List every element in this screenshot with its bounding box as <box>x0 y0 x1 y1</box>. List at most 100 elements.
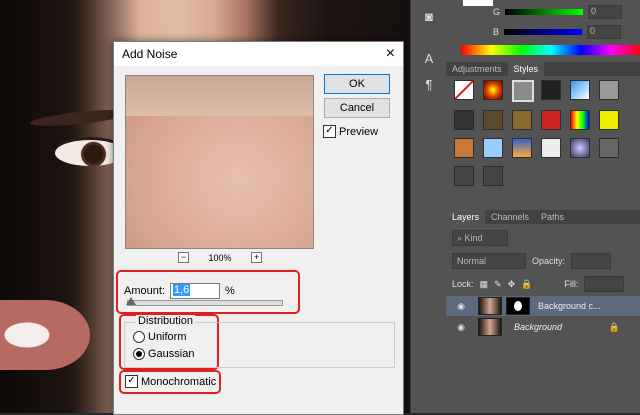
green-slider[interactable] <box>505 9 584 15</box>
style-swatch[interactable] <box>483 138 503 158</box>
lock-icon: 🔒 <box>608 321 620 332</box>
adjustments-styles-tabs: Adjustments Styles <box>446 62 640 76</box>
lock-all-icon[interactable]: 🔒 <box>521 279 532 290</box>
lock-move-icon[interactable]: ✥ <box>508 279 516 290</box>
lock-transparent-icon[interactable]: ▦ <box>480 279 489 290</box>
radio-icon <box>133 331 145 343</box>
checkmark-icon: ✓ <box>125 375 138 388</box>
blue-value[interactable]: 0 <box>587 25 622 39</box>
radio-selected-icon <box>133 348 145 360</box>
style-swatch[interactable] <box>454 110 474 130</box>
style-swatch[interactable] <box>541 138 561 158</box>
tab-layers[interactable]: Layers <box>446 210 486 224</box>
layer-thumbnail <box>478 318 502 336</box>
fill-input[interactable] <box>584 276 625 292</box>
amount-row: Amount: 1,6 % <box>124 283 235 299</box>
blue-row: B 0 <box>493 25 622 39</box>
checkmark-icon: ✓ <box>323 125 336 138</box>
gaussian-label: Gaussian <box>148 348 195 360</box>
paragraph-icon[interactable]: ¶ <box>419 76 439 94</box>
style-swatch[interactable] <box>570 110 590 130</box>
uniform-label: Uniform <box>148 331 187 343</box>
character-icon[interactable]: A <box>419 50 439 68</box>
zoom-out-button[interactable]: − <box>178 252 189 263</box>
kind-filter[interactable]: ⌕ Kind <box>452 230 508 246</box>
style-swatch[interactable] <box>541 110 561 130</box>
cancel-button[interactable]: Cancel <box>324 98 390 118</box>
layer-mask-thumbnail[interactable] <box>506 297 530 315</box>
style-swatch[interactable] <box>483 80 503 100</box>
blend-row: Normal Opacity: <box>452 253 612 269</box>
style-swatch[interactable] <box>483 166 503 186</box>
style-swatch[interactable] <box>570 138 590 158</box>
amount-label: Amount: <box>124 285 165 297</box>
noise-preview[interactable] <box>125 75 314 249</box>
style-swatch[interactable] <box>599 110 619 130</box>
layer-name: Background <box>514 322 563 332</box>
layer-row-background[interactable]: ◉ Background 🔒 <box>446 317 640 337</box>
layer-thumbnail <box>478 297 502 315</box>
tab-adjustments[interactable]: Adjustments <box>446 62 508 76</box>
slider-thumb[interactable] <box>126 297 136 305</box>
color-panel: G 0 B 0 <box>453 0 640 60</box>
style-swatch[interactable] <box>454 166 474 186</box>
foreground-swatch[interactable] <box>463 0 493 6</box>
fill-label: Fill: <box>564 279 579 289</box>
preview-lashes <box>126 76 313 116</box>
tab-paths[interactable]: Paths <box>535 210 570 224</box>
opacity-label: Opacity: <box>532 256 566 266</box>
lock-row: Lock: ▦ ✎ ✥ 🔒 Fill: <box>452 276 625 292</box>
amount-input[interactable]: 1,6 <box>169 283 220 299</box>
style-swatch[interactable] <box>454 138 474 158</box>
close-icon[interactable]: × <box>386 46 395 62</box>
photo-smile <box>0 300 90 370</box>
tab-channels[interactable]: Channels <box>485 210 535 224</box>
monochromatic-checkbox[interactable]: ✓ Monochromatic <box>125 375 216 388</box>
preview-label: Preview <box>339 125 379 138</box>
lock-paint-icon[interactable]: ✎ <box>494 279 502 290</box>
distribution-group <box>124 322 395 368</box>
style-swatch[interactable] <box>454 80 474 100</box>
style-swatch[interactable] <box>483 110 503 130</box>
amount-slider[interactable] <box>126 297 283 306</box>
dialog-titlebar[interactable]: Add Noise × <box>114 42 403 66</box>
tool-strip: ◙ A ¶ <box>410 0 447 413</box>
opacity-input[interactable] <box>571 253 612 269</box>
gaussian-radio[interactable]: Gaussian <box>133 348 194 360</box>
lock-label: Lock: <box>452 279 474 289</box>
eye-icon[interactable]: ◉ <box>454 322 468 333</box>
ok-button[interactable]: OK <box>324 74 390 94</box>
zoom-level: 100% <box>208 252 232 263</box>
style-swatch[interactable] <box>541 80 561 100</box>
style-swatch[interactable] <box>512 138 532 158</box>
preview-zoom-bar: − 100% + <box>178 252 262 263</box>
camera-icon[interactable]: ◙ <box>419 8 439 26</box>
layer-name: Background c... <box>538 301 601 311</box>
layer-filter-row: ⌕ Kind <box>452 230 508 246</box>
layers-tabs: Layers Channels Paths <box>446 210 640 224</box>
uniform-radio[interactable]: Uniform <box>133 331 187 343</box>
zoom-in-button[interactable]: + <box>251 252 262 263</box>
amount-unit: % <box>224 285 235 297</box>
styles-grid <box>454 80 619 186</box>
add-noise-dialog: Add Noise × − 100% + OK Cancel ✓ Preview… <box>113 41 404 415</box>
monochromatic-label: Monochromatic <box>141 375 217 388</box>
green-value[interactable]: 0 <box>588 5 623 19</box>
b-label: B <box>493 27 500 37</box>
style-swatch[interactable] <box>599 138 619 158</box>
style-swatch[interactable] <box>570 80 590 100</box>
layer-row-background-copy[interactable]: ◉ Background c... <box>446 296 640 316</box>
blue-slider[interactable] <box>504 29 583 35</box>
preview-checkbox[interactable]: ✓ Preview <box>323 125 378 138</box>
tab-styles[interactable]: Styles <box>507 62 545 76</box>
eye-icon[interactable]: ◉ <box>454 301 468 312</box>
dialog-title: Add Noise <box>122 47 178 61</box>
style-swatch[interactable] <box>512 80 534 102</box>
color-spectrum[interactable] <box>461 45 640 55</box>
right-panel: G 0 B 0 Adjustments Styles Layers Channe… <box>446 0 640 413</box>
style-swatch[interactable] <box>512 110 532 130</box>
distribution-title: Distribution <box>136 315 196 327</box>
g-label: G <box>493 7 501 17</box>
style-swatch[interactable] <box>599 80 619 100</box>
blend-mode-select[interactable]: Normal <box>452 253 526 269</box>
